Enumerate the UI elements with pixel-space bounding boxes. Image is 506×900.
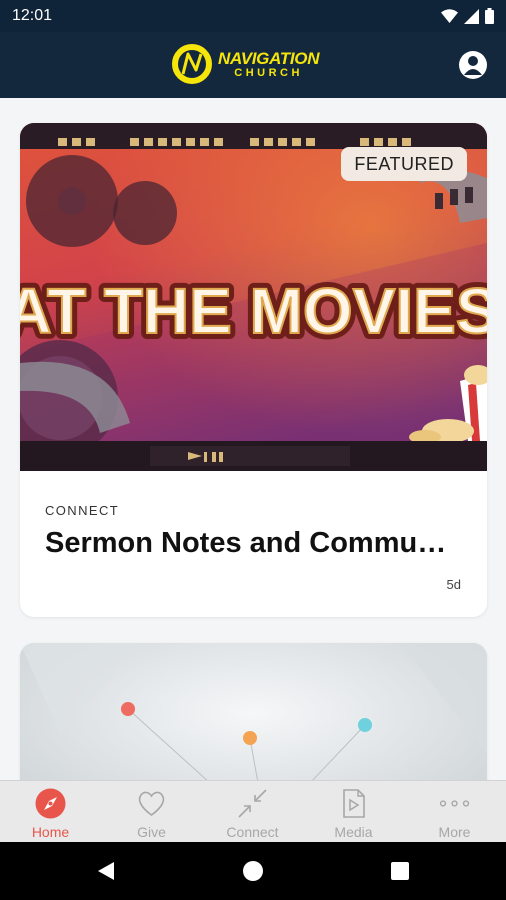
home-icon[interactable] <box>241 859 265 883</box>
tab-label-connect: Connect <box>226 824 279 840</box>
battery-icon <box>485 8 494 24</box>
hero-title: AT THE MOVIES <box>20 275 487 347</box>
logo-line-2: CHURCH <box>234 66 303 79</box>
logo-line-1: NAVIGATION <box>218 48 320 68</box>
bottom-tab-bar: Home Give Connect Media More <box>0 780 506 843</box>
red-dot-icon <box>121 702 135 716</box>
tab-label-give: Give <box>137 824 166 840</box>
tab-media[interactable]: Media <box>303 781 404 843</box>
recents-icon[interactable] <box>388 859 412 883</box>
status-icons <box>441 8 494 24</box>
card-age: 5d <box>446 577 461 592</box>
status-time: 12:01 <box>12 7 53 24</box>
status-bar: 12:01 <box>0 0 506 32</box>
more-dots-icon <box>439 800 470 807</box>
teal-dot-icon <box>358 718 372 732</box>
tab-label-home: Home <box>31 824 70 840</box>
featured-card[interactable]: AT THE MOVIES AT THE MOVIES FEATURED CON… <box>20 123 487 617</box>
wifi-icon <box>441 8 458 23</box>
tab-more[interactable]: More <box>404 781 505 843</box>
signal-icon <box>464 8 479 24</box>
card-title: Sermon Notes and Commu… <box>45 527 445 559</box>
content-feed[interactable]: AT THE MOVIES AT THE MOVIES FEATURED CON… <box>0 98 506 780</box>
profile-button[interactable] <box>458 50 488 80</box>
logo-text: NAVIGATION CHURCH <box>218 48 320 79</box>
card-category: CONNECT <box>45 503 120 518</box>
media-file-icon <box>343 789 365 818</box>
tab-connect[interactable]: Connect <box>202 781 303 843</box>
logo-mark-icon <box>172 44 212 84</box>
profile-icon <box>459 51 487 79</box>
back-icon[interactable] <box>94 859 118 883</box>
system-nav-bar <box>0 842 506 900</box>
content-card[interactable] <box>20 643 487 780</box>
tab-give[interactable]: Give <box>101 781 202 843</box>
church-logo[interactable]: NAVIGATION CHURCH <box>172 44 320 84</box>
featured-badge: FEATURED <box>341 147 467 181</box>
orange-dot-icon <box>243 731 257 745</box>
tab-home[interactable]: Home <box>0 781 101 843</box>
tab-label-more: More <box>438 824 471 840</box>
heart-icon <box>138 791 165 816</box>
compass-icon <box>35 788 66 819</box>
card-image <box>20 643 487 780</box>
arrows-in-icon <box>238 789 267 818</box>
tab-label-media: Media <box>334 824 373 840</box>
app-header: NAVIGATION CHURCH <box>0 32 506 98</box>
